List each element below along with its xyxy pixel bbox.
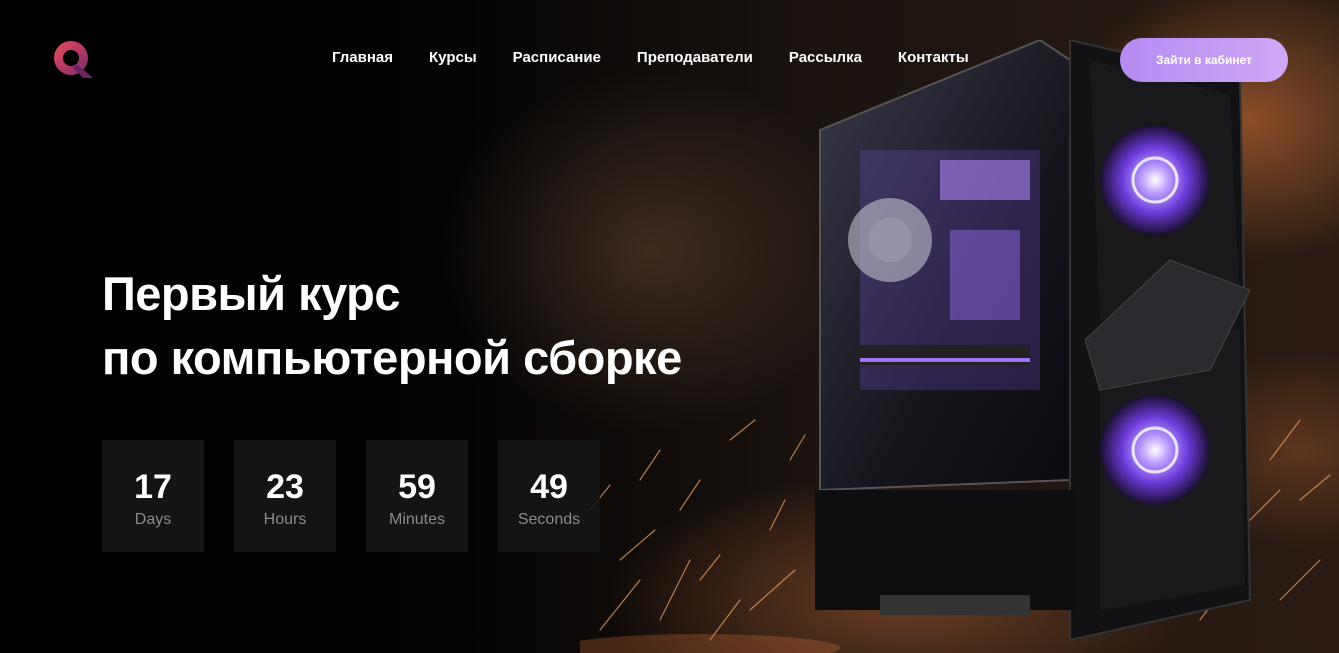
hero-title-line-2: по компьютерной сборке bbox=[102, 331, 682, 384]
nav-item-home[interactable]: Главная bbox=[332, 49, 393, 66]
pc-case-image bbox=[815, 40, 1252, 642]
nav-item-schedule[interactable]: Расписание bbox=[513, 49, 601, 66]
countdown-days-label: Days bbox=[134, 511, 172, 528]
nav-item-contacts[interactable]: Контакты bbox=[898, 49, 969, 66]
countdown-days: 17 Days bbox=[102, 440, 204, 552]
nav-item-teachers[interactable]: Преподаватели bbox=[637, 49, 753, 66]
login-button[interactable]: Зайти в кабинет bbox=[1120, 38, 1288, 82]
countdown-timer: 17 Days 23 Hours 59 Minutes 49 Seconds bbox=[102, 440, 630, 552]
hero-title-line-1: Первый курс bbox=[102, 267, 401, 320]
countdown-seconds: 49 Seconds bbox=[498, 440, 600, 552]
countdown-seconds-label: Seconds bbox=[517, 511, 581, 528]
nav-item-courses[interactable]: Курсы bbox=[429, 49, 477, 66]
q-logo-icon[interactable] bbox=[53, 40, 95, 80]
main-nav: Главная Курсы Расписание Преподаватели Р… bbox=[332, 49, 1005, 66]
countdown-minutes-label: Minutes bbox=[388, 511, 446, 528]
nav-item-newsletter[interactable]: Рассылка bbox=[789, 49, 862, 66]
countdown-days-value: 17 bbox=[134, 468, 172, 506]
countdown-hours: 23 Hours bbox=[234, 440, 336, 552]
hero-title: Первый курс по компьютерной сборке bbox=[102, 262, 682, 390]
countdown-minutes: 59 Minutes bbox=[366, 440, 468, 552]
countdown-seconds-value: 49 bbox=[530, 468, 568, 506]
countdown-hours-label: Hours bbox=[263, 511, 307, 528]
countdown-minutes-value: 59 bbox=[398, 468, 436, 506]
countdown-hours-value: 23 bbox=[266, 468, 304, 506]
